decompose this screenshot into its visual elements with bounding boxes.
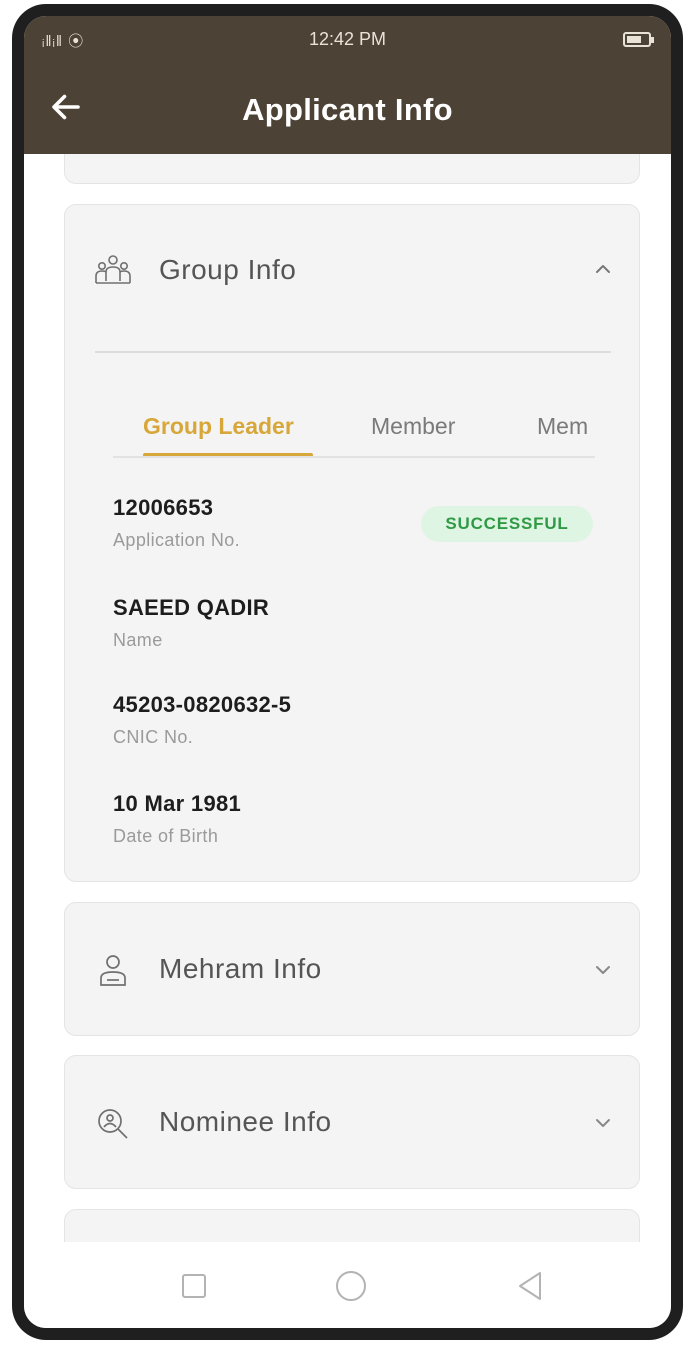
name-label: Name [113, 630, 163, 650]
tab-member-2[interactable]: Mem [537, 413, 588, 440]
cnic-field: 45203-0820632-5 CNIC No. [113, 692, 291, 748]
tab-group-leader[interactable]: Group Leader [143, 413, 294, 440]
cnic-label: CNIC No. [113, 727, 194, 747]
name-value: SAEED QADIR [113, 595, 270, 620]
screen: ᵢ‖ᵢ‖ ⦿ 12:42 PM Applicant Info Group Inf… [24, 16, 671, 1328]
nominee-info-title: Nominee Info [159, 1106, 332, 1137]
member-tabs: Group Leader Member Mem [113, 395, 595, 459]
nav-back-icon[interactable] [510, 1266, 550, 1306]
recent-apps-icon[interactable] [174, 1266, 214, 1306]
mehram-info-title: Mehram Info [159, 953, 322, 984]
application-no-field: 12006653 Application No. [113, 495, 240, 551]
status-time: 12:42 PM [308, 29, 387, 49]
mehram-info-card: Mehram Info [64, 902, 640, 1036]
person-icon [100, 955, 126, 986]
phone-frame: ᵢ‖ᵢ‖ ⦿ 12:42 PM Applicant Info Group Inf… [12, 4, 683, 1340]
app-bar: Applicant Info [24, 64, 671, 154]
previous-section-card[interactable] [64, 154, 640, 184]
group-info-header[interactable]: Group Info [65, 205, 639, 337]
chevron-down-icon [596, 966, 610, 974]
tabs-baseline [113, 456, 595, 458]
page-title: Applicant Info [242, 92, 453, 127]
dob-label: Date of Birth [113, 826, 219, 846]
content-scroll[interactable]: Group Info Group Leader Member Mem 12006… [24, 154, 671, 1254]
group-info-card: Group Info Group Leader Member Mem 12006… [64, 204, 640, 882]
status-badge: SUCCESSFUL [421, 506, 593, 542]
group-icon [95, 255, 131, 284]
group-info-title: Group Info [159, 254, 297, 285]
application-no-label: Application No. [113, 530, 241, 550]
search-person-icon [98, 1109, 128, 1139]
cnic-value: 45203-0820632-5 [113, 692, 292, 717]
dob-field: 10 Mar 1981 Date of Birth [113, 791, 241, 847]
system-nav-bar [24, 1242, 671, 1328]
mehram-info-header[interactable]: Mehram Info [65, 903, 639, 1037]
nominee-info-card: Nominee Info [64, 1055, 640, 1189]
dob-value: 10 Mar 1981 [113, 791, 242, 816]
home-icon[interactable] [331, 1266, 371, 1306]
name-field: SAEED QADIR Name [113, 595, 269, 651]
application-no-value: 12006653 [113, 495, 214, 520]
chevron-up-icon [596, 265, 610, 273]
tab-member[interactable]: Member [371, 413, 455, 440]
nominee-info-header[interactable]: Nominee Info [65, 1056, 639, 1190]
chevron-down-icon [596, 1119, 610, 1127]
battery-icon [623, 32, 654, 47]
status-bar: ᵢ‖ᵢ‖ ⦿ 12:42 PM [24, 16, 671, 64]
header-divider [95, 351, 611, 353]
